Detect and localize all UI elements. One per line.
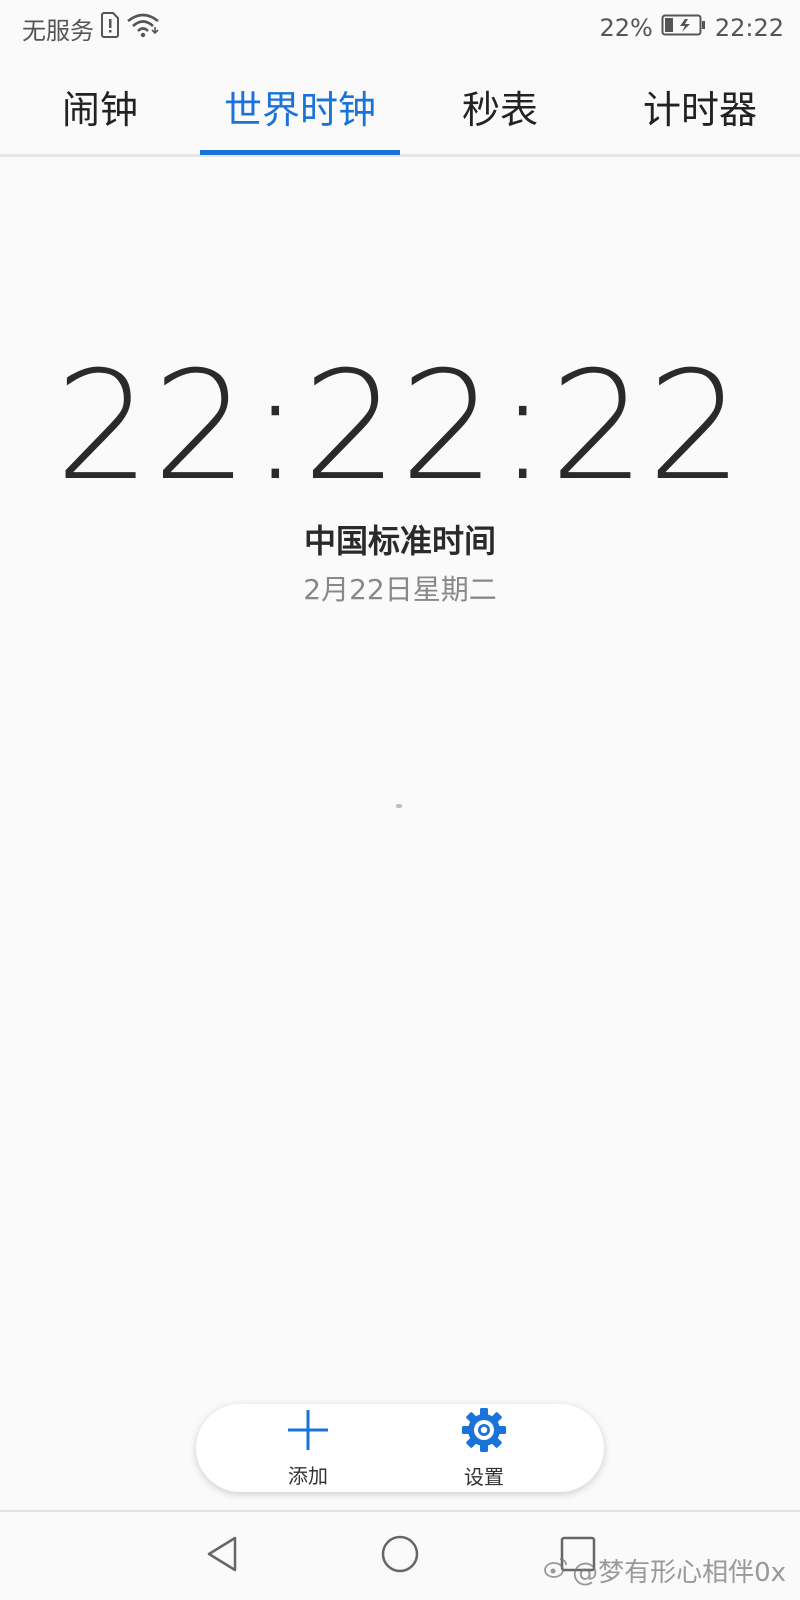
clock-timezone: 中国标准时间 bbox=[303, 522, 496, 560]
add-button[interactable]: 添加 bbox=[238, 1404, 378, 1492]
home-button[interactable] bbox=[350, 1512, 450, 1600]
add-label: 添加 bbox=[288, 1463, 328, 1488]
sim-alert-icon bbox=[100, 12, 120, 44]
battery-charging-icon bbox=[661, 13, 707, 43]
action-bar: 添加 设置 bbox=[196, 1404, 604, 1492]
status-left: 无服务 bbox=[22, 10, 160, 46]
battery-percent: 22% bbox=[599, 14, 653, 42]
tab-bar: 闹钟 世界时钟 秒表 计时器 bbox=[0, 56, 800, 157]
clock-time: 22:22:22 bbox=[55, 340, 745, 514]
watermark-text: @梦有形心相伴0x bbox=[572, 1558, 786, 1588]
gear-icon bbox=[461, 1407, 507, 1457]
status-bar: 无服务 22% 22:22 bbox=[0, 0, 800, 56]
plus-icon bbox=[286, 1408, 330, 1456]
tab-world-clock[interactable]: 世界时钟 bbox=[200, 56, 400, 156]
tabs-divider bbox=[0, 154, 800, 157]
status-time: 22:22 bbox=[714, 14, 784, 42]
status-right: 22% 22:22 bbox=[599, 10, 784, 46]
carrier-text: 无服务 bbox=[22, 16, 94, 45]
active-tab-indicator bbox=[200, 150, 400, 155]
tab-alarm[interactable]: 闹钟 bbox=[0, 56, 200, 156]
home-icon bbox=[380, 1534, 420, 1578]
watermark: @梦有形心相伴0x bbox=[544, 1552, 786, 1589]
tab-stopwatch[interactable]: 秒表 bbox=[400, 56, 600, 156]
weibo-logo-icon bbox=[544, 1556, 568, 1586]
clock-date: 2月22日星期二 bbox=[303, 573, 497, 606]
tab-timer[interactable]: 计时器 bbox=[600, 56, 800, 156]
wifi-icon bbox=[126, 12, 160, 44]
settings-label: 设置 bbox=[464, 1464, 504, 1489]
back-icon bbox=[202, 1534, 242, 1578]
settings-button[interactable]: 设置 bbox=[414, 1404, 554, 1492]
screen-speck bbox=[396, 804, 402, 808]
back-button[interactable] bbox=[172, 1512, 272, 1600]
